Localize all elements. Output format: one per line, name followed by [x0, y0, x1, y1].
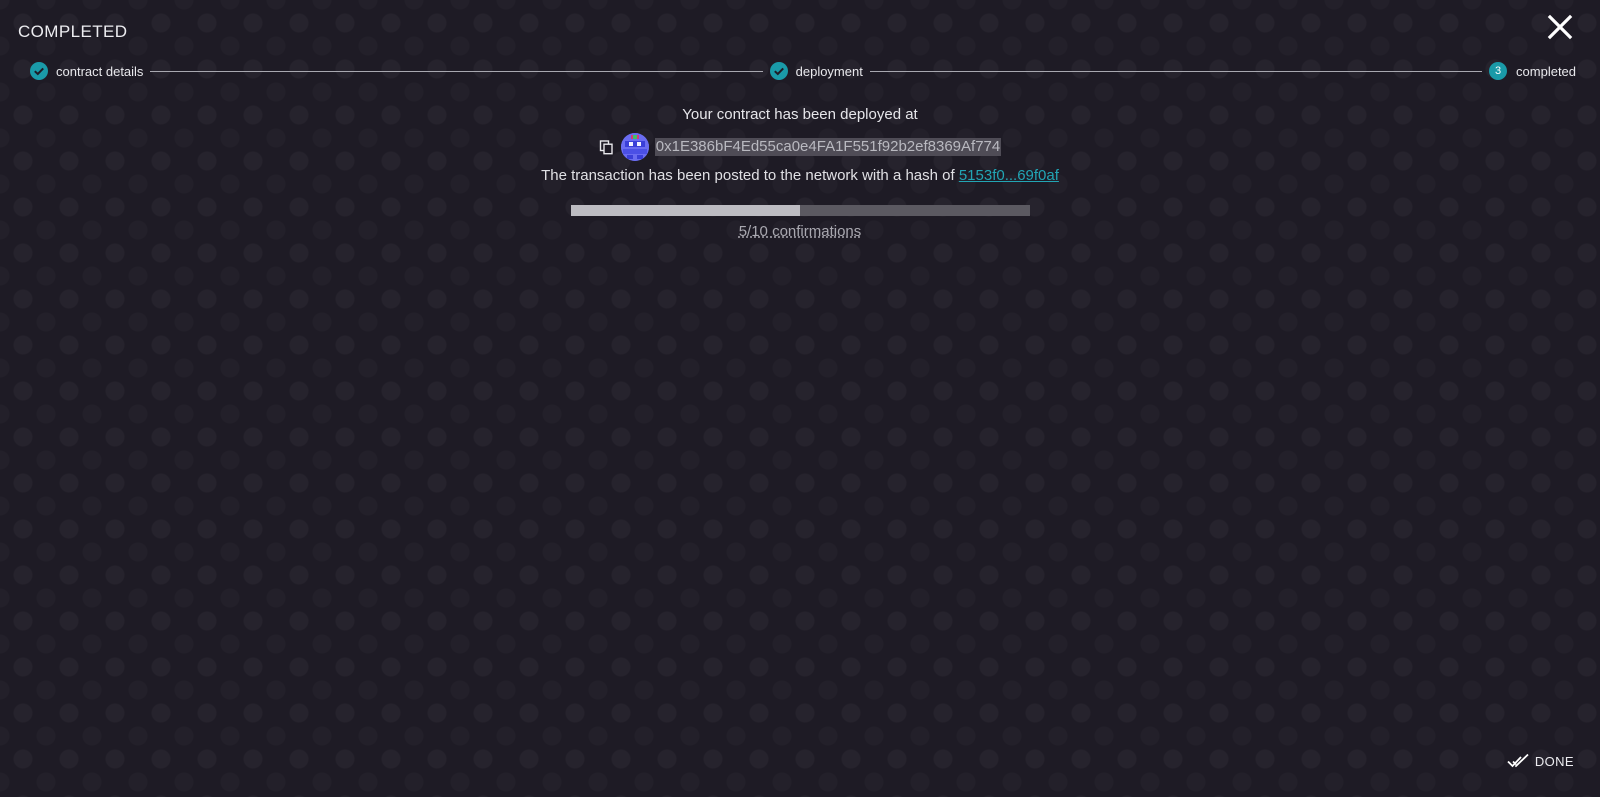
confirmations-progress-bar: [570, 205, 1030, 216]
step-number-badge: 3: [1489, 62, 1508, 80]
copy-icon[interactable]: [599, 139, 614, 155]
step-deployment[interactable]: deployment: [769, 62, 863, 80]
transaction-text: The transaction has been posted to the n…: [541, 167, 955, 184]
step-completed[interactable]: 3 completed: [1489, 62, 1576, 80]
transaction-info: The transaction has been posted to the n…: [0, 165, 1600, 187]
step-connector: [150, 70, 763, 72]
stepper: contract details deployment 3 completed: [30, 60, 1576, 82]
address-row: 0x1E386bF4Ed55ca0e4FA1F551f92b2ef8369Af7…: [0, 132, 1600, 162]
double-check-icon: [1507, 753, 1529, 768]
step-label: completed: [1516, 63, 1577, 79]
done-label: DONE: [1534, 753, 1574, 769]
progress-fill: [570, 205, 800, 216]
done-button[interactable]: DONE: [1507, 753, 1574, 769]
check-circle-icon: [769, 62, 788, 80]
close-icon: [1547, 14, 1573, 40]
step-label: contract details: [56, 63, 144, 79]
confirmations-count: 5/10 confirmations: [738, 223, 862, 240]
page-title: COMPLETED: [18, 22, 128, 41]
contract-address[interactable]: 0x1E386bF4Ed55ca0e4FA1F551f92b2ef8369Af7…: [654, 138, 1002, 156]
check-circle-icon: [30, 62, 48, 80]
close-button[interactable]: [1546, 13, 1574, 41]
step-contract-details[interactable]: contract details: [30, 62, 143, 80]
step-label: deployment: [795, 63, 863, 79]
transaction-hash-link[interactable]: 5153f0...69f0af: [959, 167, 1059, 184]
step-connector: [869, 70, 1483, 72]
deployed-message: Your contract has been deployed at: [682, 106, 918, 123]
contract-identicon-avatar: [620, 133, 649, 161]
deployment-result: Your contract has been deployed at 0x1E3…: [0, 104, 1600, 240]
